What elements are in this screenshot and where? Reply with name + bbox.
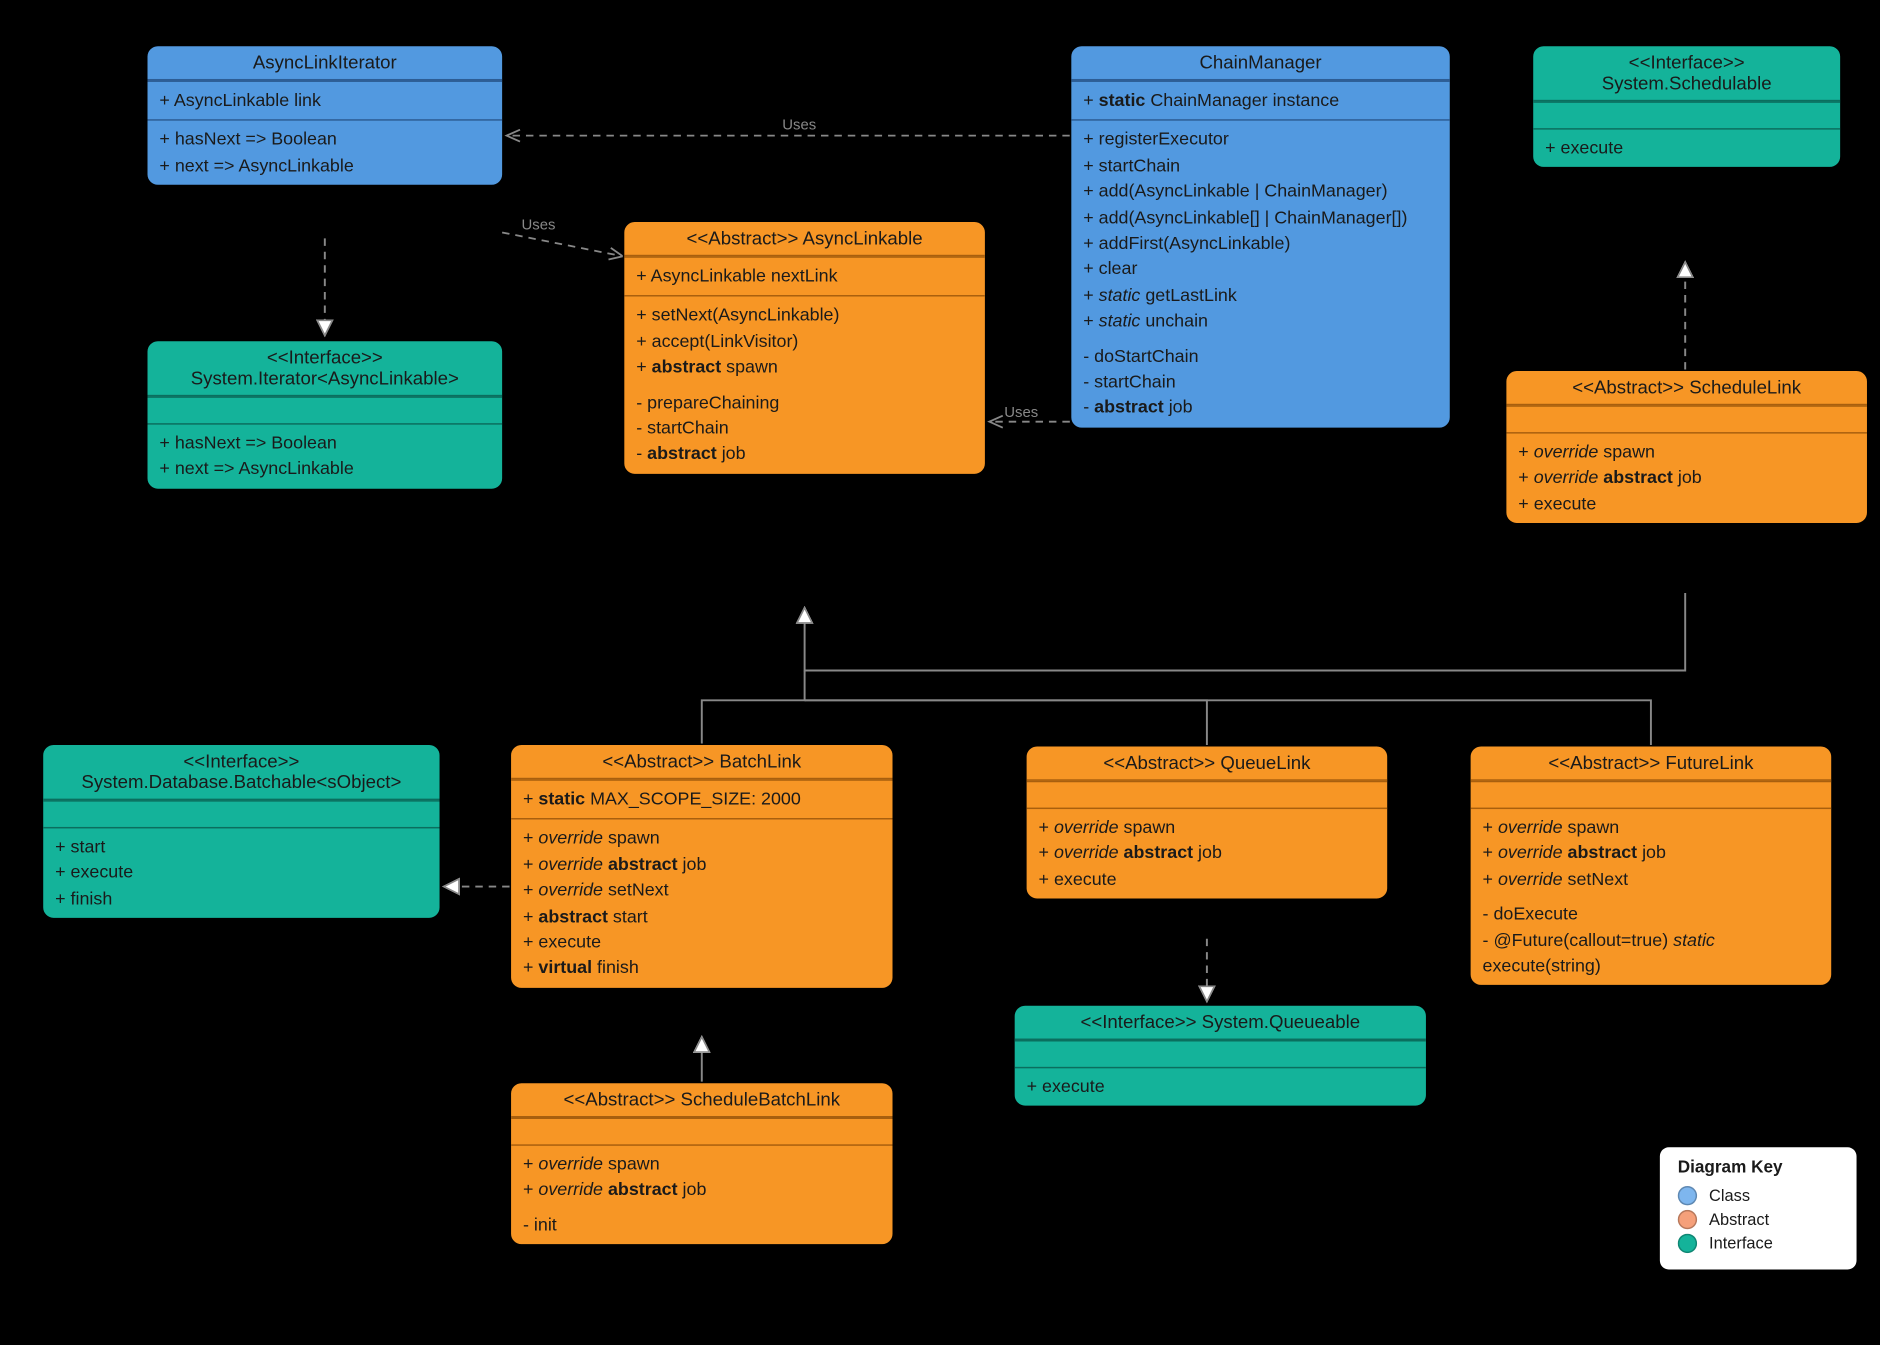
interface-system-iterator[interactable]: <<Interface>> System.Iterator<AsyncLinka… — [146, 340, 504, 490]
class-title: <<Abstract>> ScheduleBatchLink — [511, 1083, 892, 1117]
interface-system-queueable[interactable]: <<Interface>> System.Queueable + execute — [1013, 1004, 1427, 1107]
connectors-layer: AsyncLinkIterator --> Uses AsyncLinkable… — [0, 0, 1880, 1345]
swatch-abstract — [1678, 1210, 1697, 1229]
operations: + override spawn + override abstract job… — [511, 819, 892, 988]
operations: + override spawn + override abstract job… — [1471, 808, 1832, 986]
interface-database-batchable[interactable]: <<Interface>> System.Database.Batchable<… — [42, 744, 441, 920]
attributes — [1015, 1040, 1426, 1067]
abstract-schedulelink[interactable]: <<Abstract>> ScheduleLink + override spa… — [1505, 370, 1869, 525]
operations: + override spawn + override abstract job… — [1506, 432, 1867, 523]
legend-title: Diagram Key — [1678, 1159, 1839, 1177]
swatch-class — [1678, 1186, 1697, 1205]
attributes — [148, 396, 503, 423]
operations: + hasNext => Boolean + next => AsyncLink… — [148, 423, 503, 488]
legend-item-class: Class — [1678, 1186, 1839, 1205]
class-asynclinkiterator[interactable]: AsyncLinkIterator + AsyncLinkable link +… — [146, 45, 504, 187]
svg-text:Uses: Uses — [1004, 405, 1038, 421]
attributes: + static MAX_SCOPE_SIZE: 2000 — [511, 779, 892, 818]
operations: + setNext(AsyncLinkable) + accept(LinkVi… — [624, 296, 985, 474]
attributes — [1506, 405, 1867, 432]
svg-text:Uses: Uses — [521, 217, 555, 233]
legend-item-interface: Interface — [1678, 1234, 1839, 1253]
class-title: <<Abstract>> QueueLink — [1027, 746, 1388, 780]
class-title: <<Abstract>> ScheduleLink — [1506, 371, 1867, 405]
attributes — [511, 1118, 892, 1145]
abstract-asynclinkable[interactable]: <<Abstract>> AsyncLinkable + AsyncLinkab… — [623, 221, 987, 475]
attributes — [1533, 101, 1840, 128]
operations: + hasNext => Boolean + next => AsyncLink… — [148, 120, 503, 185]
operations: + execute — [1533, 128, 1840, 167]
abstract-batchlink[interactable]: <<Abstract>> BatchLink + static MAX_SCOP… — [510, 744, 894, 989]
interface-system-schedulable[interactable]: <<Interface>> System.Schedulable + execu… — [1532, 45, 1842, 169]
class-title: <<Interface>> System.Iterator<AsyncLinka… — [148, 341, 503, 396]
operations: + start + execute + finish — [43, 827, 439, 918]
attributes — [43, 800, 439, 827]
diagram-legend: Diagram Key Class Abstract Interface — [1660, 1147, 1857, 1269]
diagram-canvas: AsyncLinkIterator --> Uses AsyncLinkable… — [0, 0, 1880, 1345]
class-title: <<Interface>> System.Schedulable — [1533, 46, 1840, 101]
op-row: - abstract job — [636, 442, 973, 468]
abstract-futurelink[interactable]: <<Abstract>> FutureLink + override spawn… — [1469, 745, 1833, 987]
class-title: <<Abstract>> BatchLink — [511, 745, 892, 779]
attributes — [1027, 781, 1388, 808]
svg-text:Uses: Uses — [782, 118, 816, 134]
abstract-schedulebatchlink[interactable]: <<Abstract>> ScheduleBatchLink + overrid… — [510, 1082, 894, 1246]
operations: + override spawn + override abstract job… — [1027, 808, 1388, 899]
class-title: <<Interface>> System.Queueable — [1015, 1006, 1426, 1040]
class-title: AsyncLinkIterator — [148, 46, 503, 80]
class-chainmanager[interactable]: ChainManager + static ChainManager insta… — [1070, 45, 1451, 429]
class-title: <<Abstract>> FutureLink — [1471, 746, 1832, 780]
attributes — [1471, 781, 1832, 808]
swatch-interface — [1678, 1234, 1697, 1253]
class-title: ChainManager — [1071, 46, 1449, 80]
legend-item-abstract: Abstract — [1678, 1210, 1839, 1229]
attributes: + static ChainManager instance — [1071, 80, 1449, 119]
operations: + execute — [1015, 1067, 1426, 1106]
abstract-queuelink[interactable]: <<Abstract>> QueueLink + override spawn … — [1025, 745, 1389, 900]
op-row: + abstract spawn — [636, 355, 973, 381]
attributes: + AsyncLinkable nextLink — [624, 256, 985, 295]
attributes: + AsyncLinkable link — [148, 80, 503, 119]
operations: + override spawn + override abstract job… — [511, 1144, 892, 1244]
operations: + registerExecutor + startChain + add(As… — [1071, 120, 1449, 427]
class-title: <<Interface>> System.Database.Batchable<… — [43, 745, 439, 800]
class-title: <<Abstract>> AsyncLinkable — [624, 222, 985, 256]
